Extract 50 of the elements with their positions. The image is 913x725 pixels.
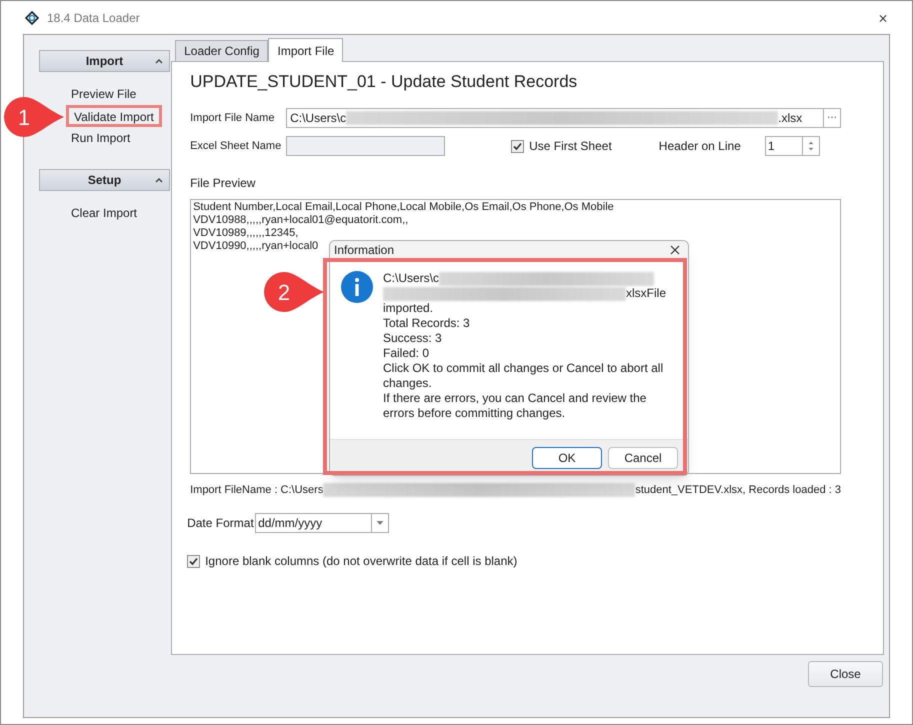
info-icon — [341, 271, 373, 303]
section-label: File Preview — [190, 175, 256, 192]
preview-line: VDV10988,,,,,ryan+local01@equatorit.com,, — [193, 214, 408, 227]
callout-badge: 2 — [262, 270, 326, 314]
window-title: 18.4 Data Loader — [47, 10, 140, 26]
chevron-up-icon — [155, 58, 163, 64]
import-summary: Import FileName : C:\Users — [190, 482, 324, 498]
close-icon[interactable] — [670, 245, 680, 255]
number-spinner[interactable]: 1 — [764, 136, 820, 156]
checkbox[interactable] — [187, 554, 200, 568]
checkbox-label: Use First Sheet — [529, 138, 612, 155]
field-label: Date Format — [187, 515, 255, 532]
field-label: Excel Sheet Name — [190, 138, 282, 154]
message-text: imported. — [383, 301, 434, 316]
close-dialog-button[interactable]: Close — [808, 661, 883, 687]
sidebar-link[interactable]: Validate Import — [66, 105, 162, 127]
message-text: Success: 3 — [383, 331, 443, 346]
browse-button[interactable]: ··· — [823, 109, 840, 127]
checkbox[interactable] — [511, 140, 524, 152]
preview-line: VDV10990,,,,,ryan+local0 — [193, 240, 318, 253]
preview-line: VDV10989,,,,,,12345, — [193, 227, 298, 240]
dialog-button[interactable]: OK — [532, 446, 602, 468]
sheet-name-field[interactable] — [286, 136, 446, 156]
sidebar-link[interactable]: Preview File — [66, 85, 142, 103]
page-heading: UPDATE_STUDENT_01 - Update Student Records — [190, 71, 578, 93]
field-label: Header on Line — [658, 138, 741, 155]
message-text: C:\Users\c — [383, 271, 440, 286]
date-format-dropdown[interactable]: dd/mm/yyyy — [255, 513, 390, 533]
sidebar-link[interactable]: Run Import — [66, 129, 136, 147]
import-summary: student_VETDEV.xlsx, Records loaded : 3 — [635, 482, 841, 498]
checkbox-label: Ignore blank columns (do not overwrite data if cell is blank) — [205, 553, 518, 570]
preview-line: Student Number,Local Email,Local Phone,Local Mobile,Os Email,Os Phone,Os Mobile — [193, 201, 614, 214]
chevron-up-icon — [155, 178, 163, 182]
callout-badge: 1 — [2, 95, 66, 139]
dialog-button[interactable]: Cancel — [608, 446, 678, 468]
message-text: Click OK to commit all changes or Cancel to abort all changes. — [383, 361, 664, 391]
close-button[interactable]: ⨯ — [878, 8, 888, 26]
message-text: xlsxFile — [626, 286, 666, 301]
field-label: Import File Name — [190, 110, 276, 126]
sidebar-link[interactable]: Clear Import — [66, 204, 142, 222]
message-text: Total Records: 3 — [383, 316, 471, 331]
app-logo-icon — [25, 10, 39, 24]
file-name-field[interactable]: C:\Users\c .xlsx ··· — [286, 108, 841, 128]
tab[interactable]: Loader Config — [175, 40, 268, 61]
message-text: Failed: 0 — [383, 346, 430, 361]
message-text: If there are errors, you can Cancel and review the errors before committing changes. — [383, 391, 648, 421]
dialog-title: Information — [334, 242, 394, 259]
section-header[interactable]: Import — [39, 50, 170, 72]
section-header[interactable]: Setup — [39, 169, 170, 191]
tab[interactable]: Import File — [268, 38, 344, 62]
